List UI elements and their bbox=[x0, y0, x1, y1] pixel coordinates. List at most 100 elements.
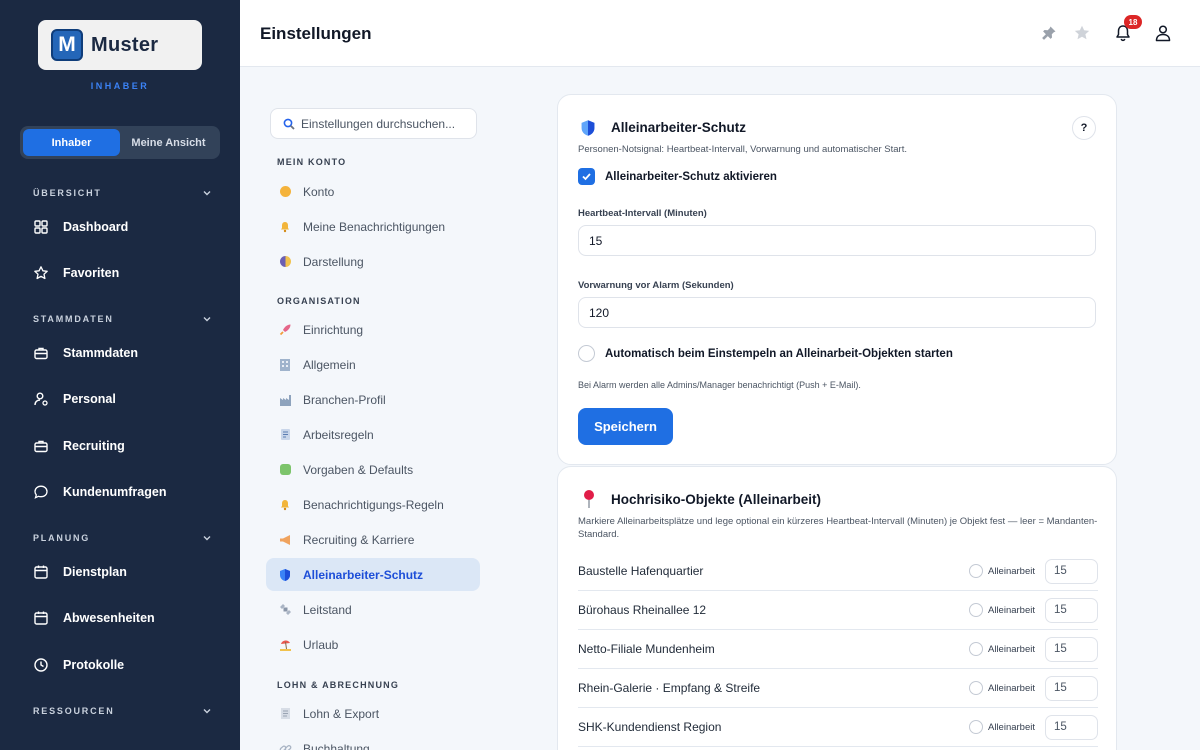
sidebar-item-recruiting[interactable]: Recruiting bbox=[33, 435, 223, 457]
settings-item-label: Konto bbox=[303, 184, 335, 199]
settings-item-buchhaltung[interactable]: Buchhaltung bbox=[266, 732, 480, 750]
settings-item-recruiting-karriere[interactable]: Recruiting & Karriere bbox=[266, 523, 480, 556]
sidebar-item-kundenumfragen[interactable]: Kundenumfragen bbox=[33, 481, 223, 503]
settings-item-urlaub[interactable]: Urlaub bbox=[266, 628, 480, 661]
settings-item-meine-benachrichtigungen[interactable]: Meine Benachrichtigungen bbox=[266, 210, 480, 243]
star-icon[interactable] bbox=[1071, 22, 1093, 44]
sidebar-item-label: Recruiting bbox=[63, 439, 125, 453]
brand-name: Muster bbox=[91, 33, 159, 56]
search-placeholder: Einstellungen durchsuchen... bbox=[301, 116, 456, 131]
settings-item-label: Branchen-Profil bbox=[303, 392, 386, 407]
object-interval-input[interactable]: 15 bbox=[1045, 558, 1098, 584]
sidebar-section-planung[interactable]: PLANUNG bbox=[33, 532, 213, 544]
lone-work-toggle[interactable] bbox=[969, 681, 983, 695]
settings-item-label: Allgemein bbox=[303, 357, 356, 372]
sidebar-item-label: Protokolle bbox=[63, 658, 125, 672]
object-row: Baustelle Hafenquartier Alleinarbeit 15 bbox=[578, 552, 1098, 591]
settings-item-leitstand[interactable]: Leitstand bbox=[266, 593, 480, 626]
lone-work-toggle[interactable] bbox=[969, 564, 983, 578]
page-title: Einstellungen bbox=[260, 24, 372, 43]
help-button[interactable]: ? bbox=[1072, 116, 1096, 140]
object-interval-input[interactable]: 15 bbox=[1045, 636, 1098, 662]
settings-item-label: Leitstand bbox=[303, 602, 352, 617]
lone-work-label: Alleinarbeit bbox=[988, 721, 1035, 733]
settings-item-einrichtung[interactable]: Einrichtung bbox=[266, 313, 480, 346]
user-icon[interactable] bbox=[1152, 22, 1174, 44]
settings-item-allgemein[interactable]: Allgemein bbox=[266, 348, 480, 381]
sidebar-item-personal[interactable]: Personal bbox=[33, 388, 223, 410]
object-name: Rhein-Galerie · Empfang & Streife bbox=[578, 681, 761, 695]
object-row: Bürohaus Rheinallee 12 Alleinarbeit 15 bbox=[578, 591, 1098, 630]
settings-item-label: Alleinarbeiter-Schutz bbox=[303, 567, 424, 582]
auto-start-checkbox[interactable]: Automatisch beim Einstempeln an Alleinar… bbox=[578, 345, 953, 362]
chat-bubble-icon bbox=[34, 485, 48, 499]
settings-item-darstellung[interactable]: Darstellung bbox=[266, 245, 480, 278]
checkbox-label: Automatisch beim Einstempeln an Alleinar… bbox=[605, 347, 953, 360]
object-row: Rhein-Galerie · Empfang & Streife Allein… bbox=[578, 669, 1098, 708]
dashboard-icon bbox=[34, 220, 48, 234]
role-toggle: Inhaber Meine Ansicht bbox=[20, 126, 220, 159]
settings-item-label: Benachrichtigungs-Regeln bbox=[303, 497, 444, 512]
sidebar: M Muster INHABER Inhaber Meine Ansicht Ü… bbox=[0, 0, 240, 750]
bell-emoji-icon bbox=[278, 498, 292, 512]
settings-search-input[interactable]: Einstellungen durchsuchen... bbox=[270, 108, 477, 139]
notification-badge: 18 bbox=[1124, 15, 1142, 29]
briefcase-icon bbox=[34, 347, 48, 360]
role-option-meine-ansicht[interactable]: Meine Ansicht bbox=[120, 129, 217, 156]
object-name: Baustelle Hafenquartier bbox=[578, 564, 704, 578]
settings-item-konto[interactable]: Konto bbox=[266, 175, 480, 208]
sidebar-item-dashboard[interactable]: Dashboard bbox=[33, 216, 223, 238]
sidebar-section-ressourcen[interactable]: RESSOURCEN bbox=[33, 705, 213, 717]
object-interval-input[interactable]: 15 bbox=[1045, 675, 1098, 701]
lone-worker-card: Alleinarbeiter-Schutz ? Personen-Notsign… bbox=[557, 94, 1117, 465]
checkbox-label: Alleinarbeiter-Schutz aktivieren bbox=[605, 170, 777, 183]
star-icon bbox=[34, 266, 48, 280]
megaphone-icon bbox=[278, 533, 292, 547]
save-button[interactable]: Speichern bbox=[578, 408, 673, 445]
settings-section-title: LOHN & ABRECHNUNG bbox=[277, 680, 400, 690]
object-interval-input[interactable]: 15 bbox=[1045, 597, 1098, 623]
sidebar-section-uebersicht[interactable]: ÜBERSICHT bbox=[33, 187, 213, 199]
settings-item-branchen-profil[interactable]: Branchen-Profil bbox=[266, 383, 480, 416]
heartbeat-interval-input[interactable]: 15 bbox=[578, 225, 1096, 256]
puzzle-icon bbox=[278, 463, 292, 477]
beach-icon bbox=[278, 638, 292, 652]
object-name: SHK-Kundendienst Region bbox=[578, 720, 722, 734]
prewarn-seconds-input[interactable]: 120 bbox=[578, 297, 1096, 328]
enable-lone-worker-checkbox[interactable]: Alleinarbeiter-Schutz aktivieren bbox=[578, 168, 777, 185]
settings-item-benachrichtigungs-regeln[interactable]: Benachrichtigungs-Regeln bbox=[266, 488, 480, 521]
object-row: SHK-Kundendienst Region Alleinarbeit 15 bbox=[578, 708, 1098, 747]
lone-work-toggle[interactable] bbox=[969, 720, 983, 734]
sidebar-section-title: STAMMDATEN bbox=[33, 314, 114, 324]
satellite-icon bbox=[278, 603, 292, 617]
card-subtitle: Markiere Alleinarbeitsplätze und lege op… bbox=[578, 516, 1098, 540]
sidebar-section-stammdaten[interactable]: STAMMDATEN bbox=[33, 313, 213, 325]
calendar-icon bbox=[34, 565, 48, 579]
settings-item-label: Arbeitsregeln bbox=[303, 427, 374, 442]
lone-work-toggle[interactable] bbox=[969, 642, 983, 656]
settings-item-arbeitsregeln[interactable]: Arbeitsregeln bbox=[266, 418, 480, 451]
sidebar-item-label: Personal bbox=[63, 392, 116, 406]
building-icon bbox=[278, 358, 292, 372]
sidebar-item-dienstplan[interactable]: Dienstplan bbox=[33, 561, 223, 583]
sidebar-item-protokolle[interactable]: Protokolle bbox=[33, 654, 223, 676]
role-option-inhaber[interactable]: Inhaber bbox=[23, 129, 120, 156]
object-interval-input[interactable]: 15 bbox=[1045, 714, 1098, 740]
sidebar-item-abwesenheiten[interactable]: Abwesenheiten bbox=[33, 607, 223, 629]
chevron-down-icon bbox=[203, 191, 211, 196]
bell-emoji-icon bbox=[278, 220, 292, 234]
sidebar-item-stammdaten[interactable]: Stammdaten bbox=[33, 342, 223, 364]
sidebar-item-favoriten[interactable]: Favoriten bbox=[33, 262, 223, 284]
pin-icon[interactable] bbox=[1038, 22, 1060, 44]
smiley-icon bbox=[278, 185, 292, 199]
settings-item-alleinarbeiter-schutz[interactable]: Alleinarbeiter-Schutz bbox=[266, 558, 480, 591]
settings-item-vorgaben-defaults[interactable]: Vorgaben & Defaults bbox=[266, 453, 480, 486]
sidebar-section-title: RESSOURCEN bbox=[33, 706, 115, 716]
settings-item-lohn-export[interactable]: Lohn & Export bbox=[266, 697, 480, 730]
brand-logo[interactable]: M Muster bbox=[38, 20, 202, 70]
lone-work-toggle[interactable] bbox=[969, 603, 983, 617]
settings-item-label: Vorgaben & Defaults bbox=[303, 462, 414, 477]
briefcase-icon bbox=[34, 440, 48, 453]
card-title: Alleinarbeiter-Schutz bbox=[611, 120, 747, 135]
pushpin-icon bbox=[582, 489, 596, 514]
